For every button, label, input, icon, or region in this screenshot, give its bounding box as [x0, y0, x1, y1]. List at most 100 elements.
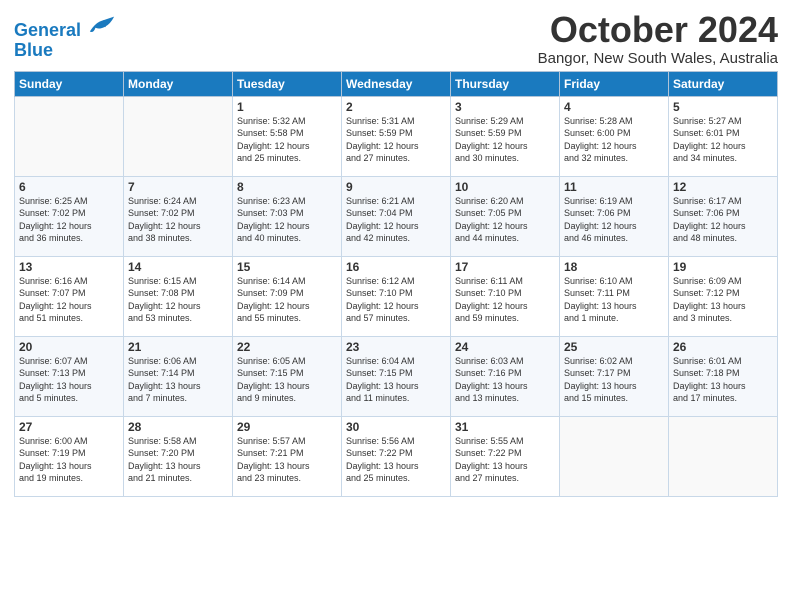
col-monday: Monday [124, 71, 233, 96]
day-info: Sunrise: 6:00 AMSunset: 7:19 PMDaylight:… [19, 435, 119, 485]
day-number: 21 [128, 340, 228, 354]
day-number: 12 [673, 180, 773, 194]
day-info: Sunrise: 5:58 AMSunset: 7:20 PMDaylight:… [128, 435, 228, 485]
table-row: 14Sunrise: 6:15 AMSunset: 7:08 PMDayligh… [124, 256, 233, 336]
table-row: 6Sunrise: 6:25 AMSunset: 7:02 PMDaylight… [15, 176, 124, 256]
month-title: October 2024 [538, 10, 778, 50]
col-wednesday: Wednesday [342, 71, 451, 96]
day-info: Sunrise: 6:10 AMSunset: 7:11 PMDaylight:… [564, 275, 664, 325]
title-block: October 2024 Bangor, New South Wales, Au… [538, 10, 778, 67]
day-number: 11 [564, 180, 664, 194]
day-info: Sunrise: 6:21 AMSunset: 7:04 PMDaylight:… [346, 195, 446, 245]
day-info: Sunrise: 6:09 AMSunset: 7:12 PMDaylight:… [673, 275, 773, 325]
table-row: 17Sunrise: 6:11 AMSunset: 7:10 PMDayligh… [451, 256, 560, 336]
table-row: 9Sunrise: 6:21 AMSunset: 7:04 PMDaylight… [342, 176, 451, 256]
table-row: 5Sunrise: 5:27 AMSunset: 6:01 PMDaylight… [669, 96, 778, 176]
logo-bird-icon [88, 14, 116, 36]
day-info: Sunrise: 6:17 AMSunset: 7:06 PMDaylight:… [673, 195, 773, 245]
day-info: Sunrise: 6:23 AMSunset: 7:03 PMDaylight:… [237, 195, 337, 245]
table-row: 16Sunrise: 6:12 AMSunset: 7:10 PMDayligh… [342, 256, 451, 336]
day-number: 15 [237, 260, 337, 274]
table-row: 11Sunrise: 6:19 AMSunset: 7:06 PMDayligh… [560, 176, 669, 256]
day-info: Sunrise: 6:03 AMSunset: 7:16 PMDaylight:… [455, 355, 555, 405]
day-info: Sunrise: 6:01 AMSunset: 7:18 PMDaylight:… [673, 355, 773, 405]
day-number: 28 [128, 420, 228, 434]
col-tuesday: Tuesday [233, 71, 342, 96]
col-friday: Friday [560, 71, 669, 96]
day-info: Sunrise: 6:14 AMSunset: 7:09 PMDaylight:… [237, 275, 337, 325]
table-row: 3Sunrise: 5:29 AMSunset: 5:59 PMDaylight… [451, 96, 560, 176]
day-number: 31 [455, 420, 555, 434]
day-info: Sunrise: 5:56 AMSunset: 7:22 PMDaylight:… [346, 435, 446, 485]
day-number: 4 [564, 100, 664, 114]
table-row: 23Sunrise: 6:04 AMSunset: 7:15 PMDayligh… [342, 336, 451, 416]
day-info: Sunrise: 6:07 AMSunset: 7:13 PMDaylight:… [19, 355, 119, 405]
table-row: 10Sunrise: 6:20 AMSunset: 7:05 PMDayligh… [451, 176, 560, 256]
table-row: 12Sunrise: 6:17 AMSunset: 7:06 PMDayligh… [669, 176, 778, 256]
day-number: 14 [128, 260, 228, 274]
header: General Blue October 2024 Bangor, New So… [14, 10, 778, 67]
table-row: 30Sunrise: 5:56 AMSunset: 7:22 PMDayligh… [342, 416, 451, 496]
day-number: 18 [564, 260, 664, 274]
table-row: 21Sunrise: 6:06 AMSunset: 7:14 PMDayligh… [124, 336, 233, 416]
day-info: Sunrise: 6:24 AMSunset: 7:02 PMDaylight:… [128, 195, 228, 245]
day-number: 27 [19, 420, 119, 434]
day-number: 6 [19, 180, 119, 194]
table-row: 13Sunrise: 6:16 AMSunset: 7:07 PMDayligh… [15, 256, 124, 336]
day-info: Sunrise: 5:57 AMSunset: 7:21 PMDaylight:… [237, 435, 337, 485]
table-row: 2Sunrise: 5:31 AMSunset: 5:59 PMDaylight… [342, 96, 451, 176]
day-number: 7 [128, 180, 228, 194]
calendar-week-row: 13Sunrise: 6:16 AMSunset: 7:07 PMDayligh… [15, 256, 778, 336]
table-row: 26Sunrise: 6:01 AMSunset: 7:18 PMDayligh… [669, 336, 778, 416]
page: General Blue October 2024 Bangor, New So… [0, 0, 792, 505]
table-row: 25Sunrise: 6:02 AMSunset: 7:17 PMDayligh… [560, 336, 669, 416]
table-row: 8Sunrise: 6:23 AMSunset: 7:03 PMDaylight… [233, 176, 342, 256]
table-row: 1Sunrise: 5:32 AMSunset: 5:58 PMDaylight… [233, 96, 342, 176]
day-number: 22 [237, 340, 337, 354]
table-row: 24Sunrise: 6:03 AMSunset: 7:16 PMDayligh… [451, 336, 560, 416]
day-info: Sunrise: 6:15 AMSunset: 7:08 PMDaylight:… [128, 275, 228, 325]
day-number: 5 [673, 100, 773, 114]
day-info: Sunrise: 6:06 AMSunset: 7:14 PMDaylight:… [128, 355, 228, 405]
day-info: Sunrise: 5:55 AMSunset: 7:22 PMDaylight:… [455, 435, 555, 485]
day-number: 23 [346, 340, 446, 354]
calendar-week-row: 1Sunrise: 5:32 AMSunset: 5:58 PMDaylight… [15, 96, 778, 176]
calendar-week-row: 20Sunrise: 6:07 AMSunset: 7:13 PMDayligh… [15, 336, 778, 416]
day-number: 8 [237, 180, 337, 194]
day-number: 13 [19, 260, 119, 274]
day-number: 24 [455, 340, 555, 354]
col-thursday: Thursday [451, 71, 560, 96]
table-row: 7Sunrise: 6:24 AMSunset: 7:02 PMDaylight… [124, 176, 233, 256]
day-info: Sunrise: 5:28 AMSunset: 6:00 PMDaylight:… [564, 115, 664, 165]
day-info: Sunrise: 6:25 AMSunset: 7:02 PMDaylight:… [19, 195, 119, 245]
day-info: Sunrise: 6:19 AMSunset: 7:06 PMDaylight:… [564, 195, 664, 245]
day-number: 25 [564, 340, 664, 354]
day-number: 9 [346, 180, 446, 194]
table-row: 27Sunrise: 6:00 AMSunset: 7:19 PMDayligh… [15, 416, 124, 496]
col-saturday: Saturday [669, 71, 778, 96]
table-row: 29Sunrise: 5:57 AMSunset: 7:21 PMDayligh… [233, 416, 342, 496]
subtitle: Bangor, New South Wales, Australia [538, 50, 778, 67]
calendar-week-row: 6Sunrise: 6:25 AMSunset: 7:02 PMDaylight… [15, 176, 778, 256]
day-info: Sunrise: 6:20 AMSunset: 7:05 PMDaylight:… [455, 195, 555, 245]
day-info: Sunrise: 6:16 AMSunset: 7:07 PMDaylight:… [19, 275, 119, 325]
day-info: Sunrise: 5:27 AMSunset: 6:01 PMDaylight:… [673, 115, 773, 165]
calendar-header-row: Sunday Monday Tuesday Wednesday Thursday… [15, 71, 778, 96]
day-number: 10 [455, 180, 555, 194]
calendar-week-row: 27Sunrise: 6:00 AMSunset: 7:19 PMDayligh… [15, 416, 778, 496]
day-number: 16 [346, 260, 446, 274]
day-info: Sunrise: 6:04 AMSunset: 7:15 PMDaylight:… [346, 355, 446, 405]
table-row [669, 416, 778, 496]
table-row: 4Sunrise: 5:28 AMSunset: 6:00 PMDaylight… [560, 96, 669, 176]
day-info: Sunrise: 5:31 AMSunset: 5:59 PMDaylight:… [346, 115, 446, 165]
table-row [15, 96, 124, 176]
day-number: 29 [237, 420, 337, 434]
logo-text2: Blue [14, 41, 116, 61]
day-number: 20 [19, 340, 119, 354]
day-info: Sunrise: 5:29 AMSunset: 5:59 PMDaylight:… [455, 115, 555, 165]
table-row: 18Sunrise: 6:10 AMSunset: 7:11 PMDayligh… [560, 256, 669, 336]
day-number: 2 [346, 100, 446, 114]
day-number: 1 [237, 100, 337, 114]
calendar: Sunday Monday Tuesday Wednesday Thursday… [14, 71, 778, 497]
table-row: 28Sunrise: 5:58 AMSunset: 7:20 PMDayligh… [124, 416, 233, 496]
